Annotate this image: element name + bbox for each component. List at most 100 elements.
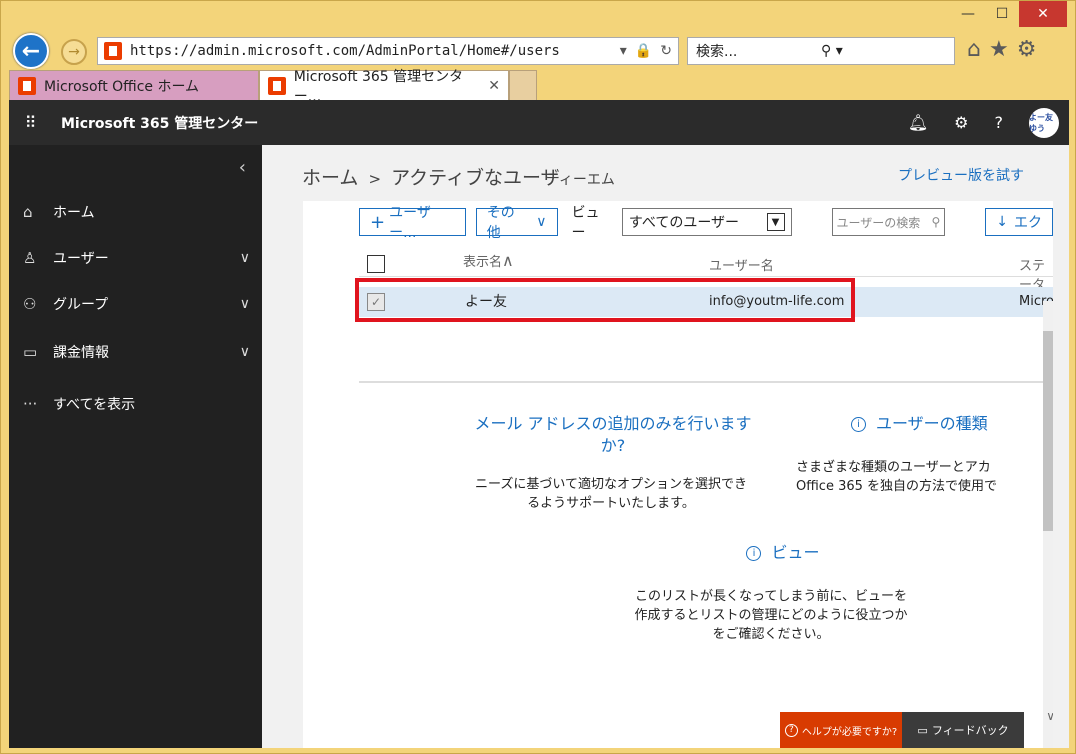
dropdown-icon: ▼ — [766, 213, 785, 231]
office-logo-icon — [104, 42, 122, 60]
sidebar-item-label: ユーザー — [53, 251, 109, 267]
app-title: Microsoft 365 管理センター — [61, 115, 259, 132]
office-logo-icon — [268, 77, 286, 95]
admin-app: ⠿ Microsoft 365 管理センター 🔔︎ ⚙ ? よー友ゆう ‹ ⌂ … — [9, 100, 1069, 748]
view-heading[interactable]: i ビュー — [703, 542, 863, 564]
types-text: さまざまな種類のユーザーとアカ Office 365 を独自の方法で使用で — [796, 460, 998, 494]
close-tab-icon[interactable]: ✕ — [488, 78, 500, 94]
try-preview-link[interactable]: プレビュー版を試す — [898, 165, 1024, 185]
arrow-right-icon: → — [68, 44, 80, 60]
scroll-thumb[interactable] — [1043, 331, 1053, 531]
view-selected: すべてのユーザー — [628, 215, 740, 231]
ellipsis-icon: ··· — [23, 395, 38, 413]
breadcrumb-separator: > — [368, 170, 382, 188]
sidebar: ‹ ⌂ ホーム ♙ ユーザー ∨ ⚇ グループ ∨ ▭ 課金情報 ∨ ··· す… — [9, 145, 262, 748]
info-icon: i — [851, 417, 866, 432]
add-user-label: ユーザー... — [389, 205, 431, 241]
sidebar-item-home[interactable]: ⌂ ホーム — [23, 197, 250, 227]
add-user-button[interactable]: + ユーザー... — [359, 205, 466, 241]
users-panel: + ユーザー... その他 ∨ ビュー すべてのユーザー ▼ ユーザーの検索 ⚲ — [303, 201, 1053, 748]
sidebar-item-users[interactable]: ♙ ユーザー ∨ — [23, 243, 250, 273]
command-bar: + ユーザー... その他 ∨ ビュー すべてのユーザー ▼ ユーザーの検索 ⚲ — [359, 205, 1053, 241]
address-bar[interactable]: https://admin.microsoft.com/AdminPortal/… — [97, 37, 679, 65]
close-window-icon[interactable]: ✕ — [1019, 1, 1067, 27]
lock-icon[interactable]: 🔒 — [635, 43, 652, 59]
avatar[interactable]: よー友ゆう — [1029, 107, 1059, 138]
arrow-left-icon: ← — [21, 38, 41, 64]
breadcrumb-home[interactable]: ホーム — [302, 167, 358, 189]
maximize-icon[interactable]: ☐ — [985, 1, 1019, 27]
person-icon: ♙ — [23, 249, 37, 267]
forward-button[interactable]: → — [61, 39, 87, 65]
credit-card-icon: ▭ — [23, 343, 38, 361]
selection-highlight — [355, 278, 855, 322]
back-button[interactable]: ← — [13, 33, 49, 69]
dropdown-icon[interactable]: ▾ — [620, 43, 627, 59]
export-label: エク — [1014, 215, 1042, 231]
bell-icon[interactable]: 🔔︎ — [908, 113, 928, 132]
tenant-name: ティーエム — [545, 172, 615, 188]
header-icons: 🔔︎ ⚙ ? よー友ゆう — [908, 107, 1069, 138]
question-icon: ? — [784, 723, 798, 737]
sidebar-item-label: すべてを表示 — [53, 397, 136, 413]
sidebar-item-groups[interactable]: ⚇ グループ ∨ — [23, 289, 250, 319]
home-icon: ⌂ — [23, 203, 33, 221]
sidebar-item-show-all[interactable]: ··· すべてを表示 — [23, 389, 250, 419]
tab-office-home[interactable]: Microsoft Office ホーム — [9, 70, 259, 101]
minimize-icon[interactable]: — — [951, 1, 985, 27]
address-row: ← → https://admin.microsoft.com/AdminPor… — [9, 33, 1067, 71]
mail-heading[interactable]: メール アドレスの追加のみを行いますか? — [473, 413, 753, 457]
help-icon[interactable]: ? — [995, 113, 1004, 132]
search-icon: ⚲ — [931, 215, 941, 229]
star-icon[interactable]: ★ — [989, 37, 1009, 62]
select-all-checkbox[interactable] — [367, 255, 385, 273]
column-username[interactable]: ユーザー名 — [709, 255, 774, 274]
browser-search-box[interactable]: 検索... ⚲ ▾ — [687, 37, 955, 65]
view-text: このリストが長くなってしまう前に、ビューを作成するとリストの管理にどのように役立… — [634, 589, 908, 642]
breadcrumb: ホーム > アクティブなユーザ ティーエム — [302, 163, 615, 190]
home-icon[interactable]: ⌂ — [967, 37, 981, 62]
info-icon: i — [746, 546, 762, 561]
help-label: ヘルプが必要ですか? — [801, 726, 898, 738]
divider — [359, 381, 1053, 383]
feedback-button[interactable]: ▭ フィードバック — [902, 712, 1024, 748]
new-tab-button[interactable] — [509, 70, 537, 101]
breadcrumb-current: アクティブなユーザ — [391, 167, 560, 189]
comment-icon: ▭ — [917, 723, 928, 737]
sidebar-item-label: グループ — [53, 297, 109, 313]
feedback-label: フィードバック — [931, 724, 1009, 737]
search-icon[interactable]: ⚲ ▾ — [821, 43, 946, 59]
url-tools: ▾ 🔒 ↻ — [620, 43, 678, 59]
help-button[interactable]: ? ヘルプが必要ですか? — [780, 712, 902, 748]
app-launcher-icon[interactable]: ⠿ — [9, 113, 53, 132]
more-button[interactable]: その他 ∨ — [475, 205, 558, 241]
app-header: ⠿ Microsoft 365 管理センター 🔔︎ ⚙ ? よー友ゆう — [9, 100, 1069, 145]
chevron-down-icon: ∨ — [239, 344, 250, 360]
scrollbar[interactable] — [1043, 301, 1053, 748]
export-button[interactable]: ↓ エク — [985, 208, 1053, 236]
user-search-input[interactable]: ユーザーの検索 ⚲ — [831, 208, 946, 236]
url-text[interactable]: https://admin.microsoft.com/AdminPortal/… — [130, 43, 620, 59]
tab-admin-center[interactable]: Microsoft 365 管理センター... ✕ — [259, 69, 509, 105]
user-search-placeholder: ユーザーの検索 — [836, 215, 921, 230]
plus-icon: + — [370, 211, 386, 233]
main-content: ホーム > アクティブなユーザ ティーエム プレビュー版を試す + ユーザー..… — [262, 145, 1069, 748]
view-label: ビュー — [571, 205, 600, 241]
browser-window: — ☐ ✕ ← → https://admin.microsoft.com/Ad… — [0, 0, 1076, 754]
browser-search-input[interactable]: 検索... — [696, 41, 821, 61]
office-logo-icon — [18, 77, 36, 95]
column-display-name[interactable]: 表示名∧ — [463, 251, 514, 270]
more-label: その他 — [486, 205, 515, 241]
types-heading[interactable]: i ユーザーの種類 — [851, 413, 1053, 435]
mail-text: ニーズに基づいて適切なオプションを選択できるようサポートいたします。 — [475, 477, 747, 511]
tab-row: Microsoft Office ホーム Microsoft 365 管理センタ… — [9, 69, 537, 105]
group-icon: ⚇ — [23, 295, 37, 313]
browser-icons: ⌂ ★ ⚙ — [967, 37, 1036, 62]
chevron-down-icon[interactable]: ∨ — [1046, 709, 1053, 723]
view-select[interactable]: すべてのユーザー ▼ — [621, 208, 792, 236]
refresh-icon[interactable]: ↻ — [660, 43, 672, 59]
sidebar-item-billing[interactable]: ▭ 課金情報 ∨ — [23, 337, 250, 367]
settings-icon[interactable]: ⚙ — [954, 113, 968, 132]
gear-icon[interactable]: ⚙ — [1017, 37, 1037, 62]
chevron-left-icon[interactable]: ‹ — [239, 157, 246, 178]
